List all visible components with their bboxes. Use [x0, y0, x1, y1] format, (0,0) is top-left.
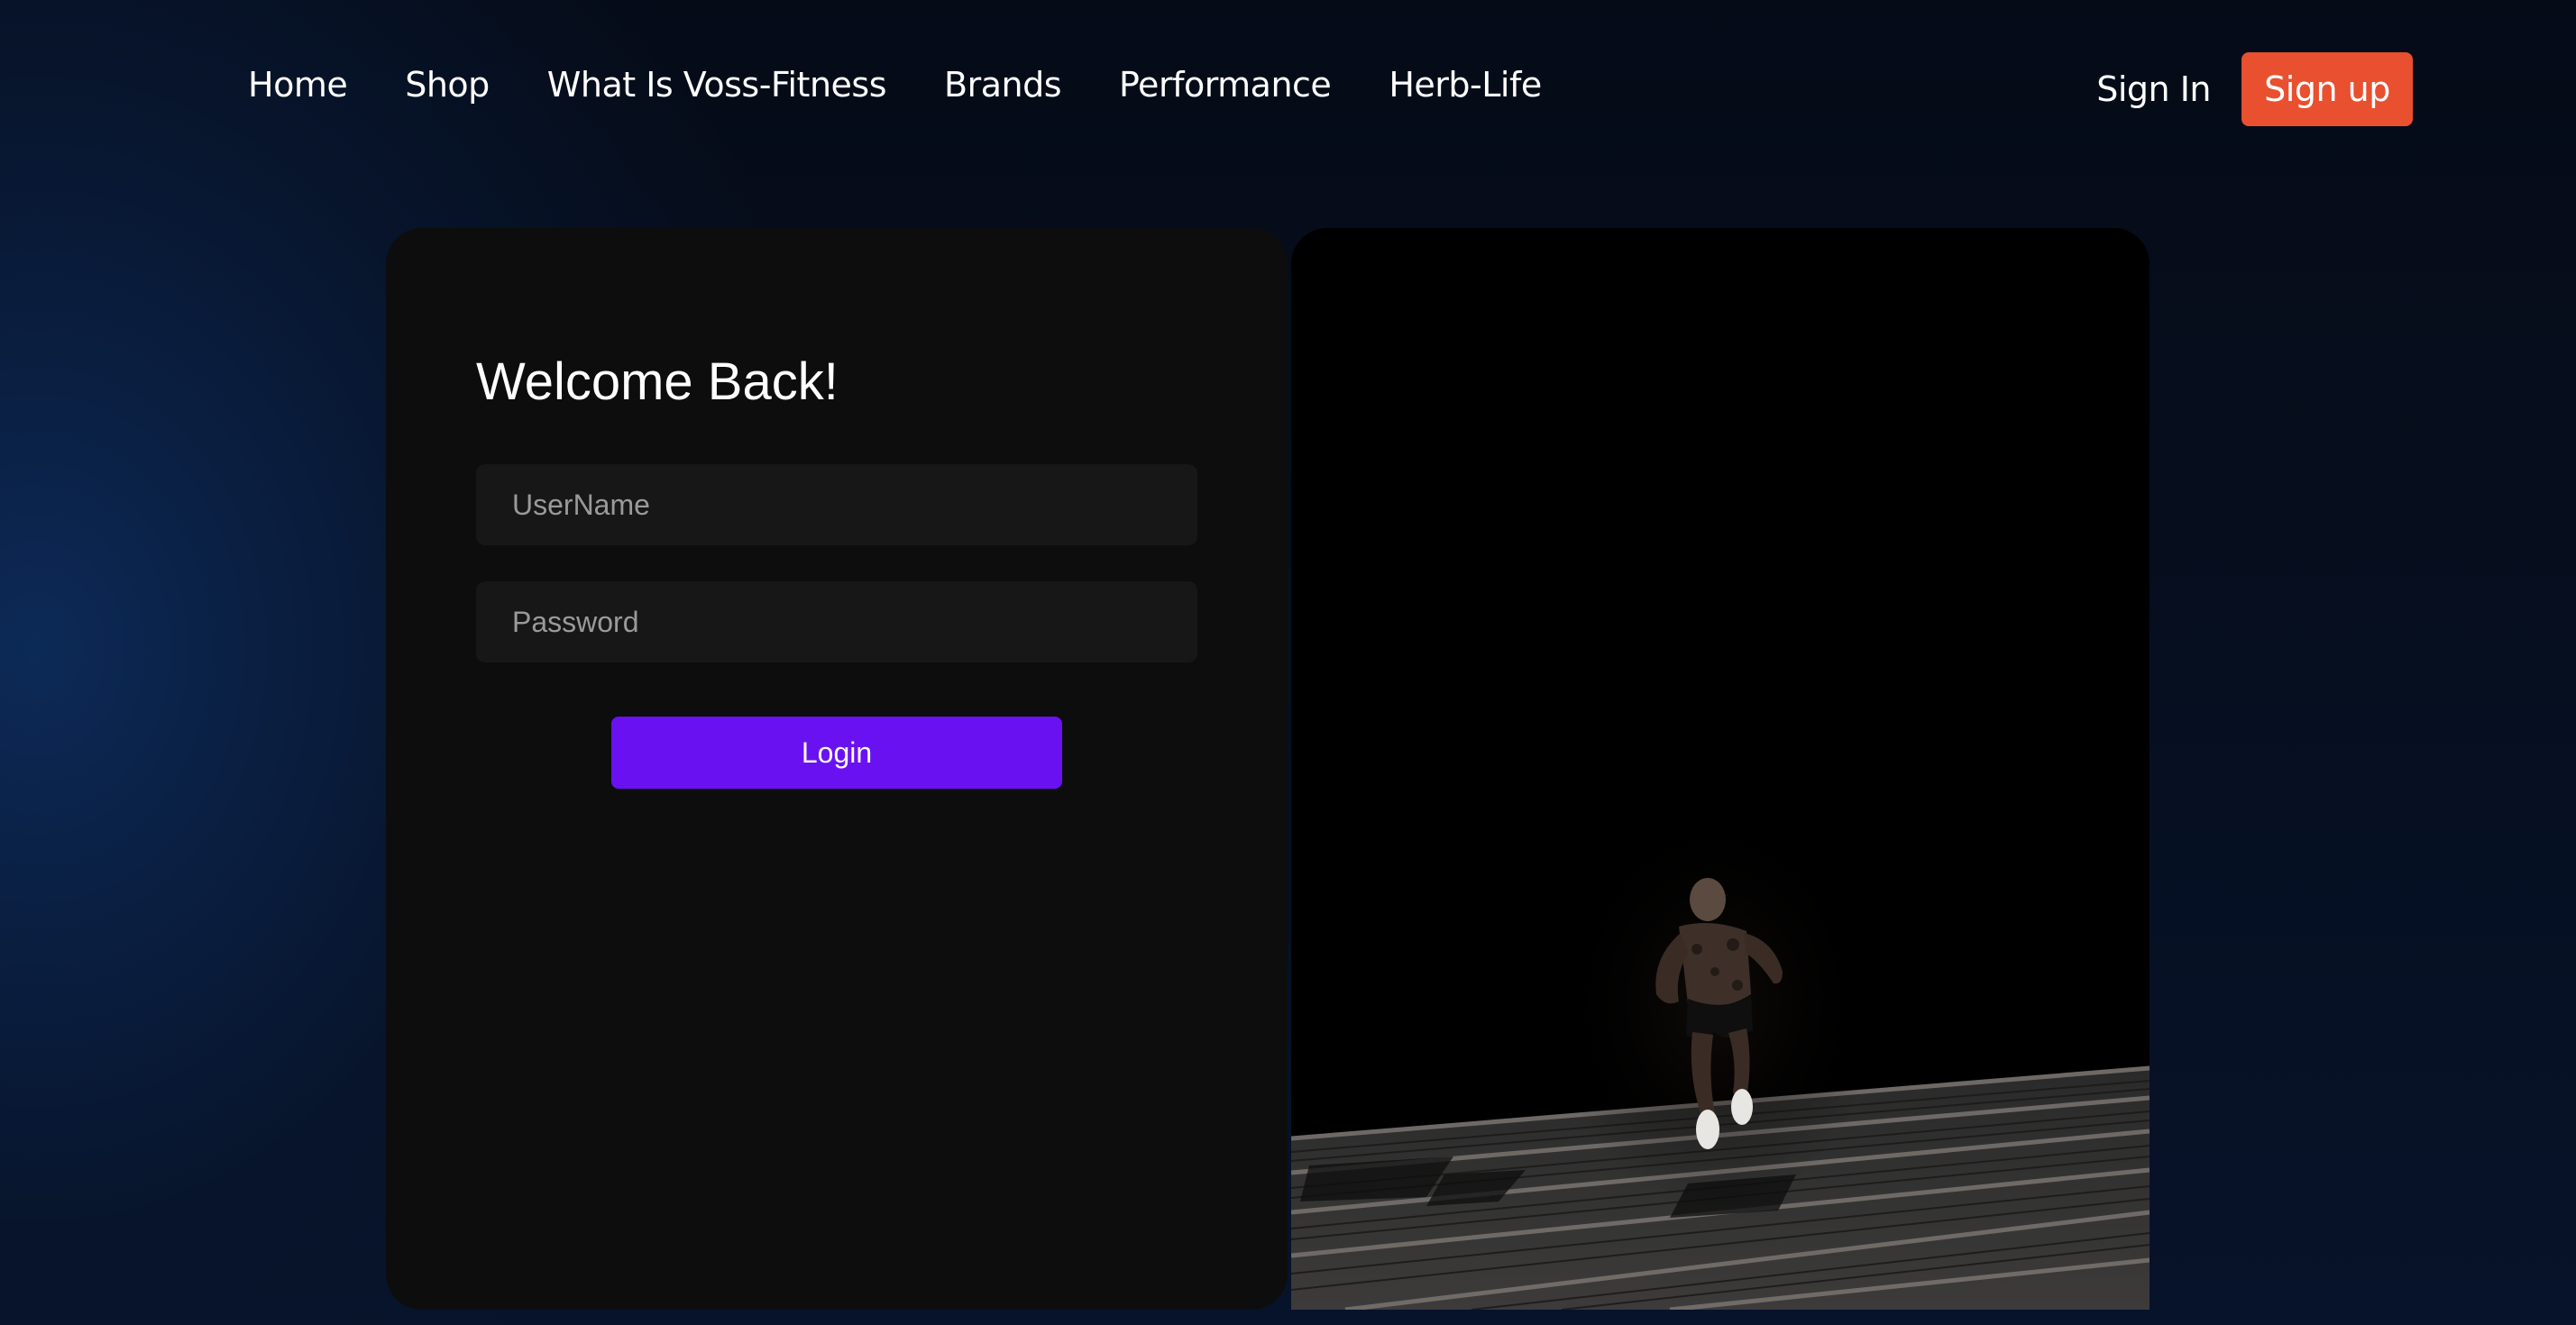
sign-up-button[interactable]: Sign up — [2241, 52, 2413, 126]
auth-actions: Sign In Sign up — [2096, 52, 2413, 126]
password-input[interactable] — [476, 581, 1197, 662]
nav-link-what-is-voss-fitness[interactable]: What Is Voss-Fitness — [547, 65, 887, 105]
nav-link-performance[interactable]: Performance — [1119, 65, 1332, 105]
login-title: Welcome Back! — [476, 352, 839, 411]
login-card: Welcome Back! Login — [386, 228, 1288, 1310]
nav-link-brands[interactable]: Brands — [944, 65, 1061, 105]
nav-links: Home Shop What Is Voss-Fitness Brands Pe… — [248, 65, 1542, 105]
login-button[interactable]: Login — [611, 717, 1062, 789]
athlete-stairs-illustration — [1291, 228, 2150, 1310]
hero-image — [1291, 228, 2150, 1310]
nav-link-home[interactable]: Home — [248, 65, 348, 105]
top-navigation: Home Shop What Is Voss-Fitness Brands Pe… — [0, 0, 2576, 180]
nav-link-shop[interactable]: Shop — [405, 65, 490, 105]
sign-in-link[interactable]: Sign In — [2096, 69, 2211, 109]
nav-link-herb-life[interactable]: Herb-Life — [1389, 65, 1542, 105]
username-input[interactable] — [476, 464, 1197, 545]
